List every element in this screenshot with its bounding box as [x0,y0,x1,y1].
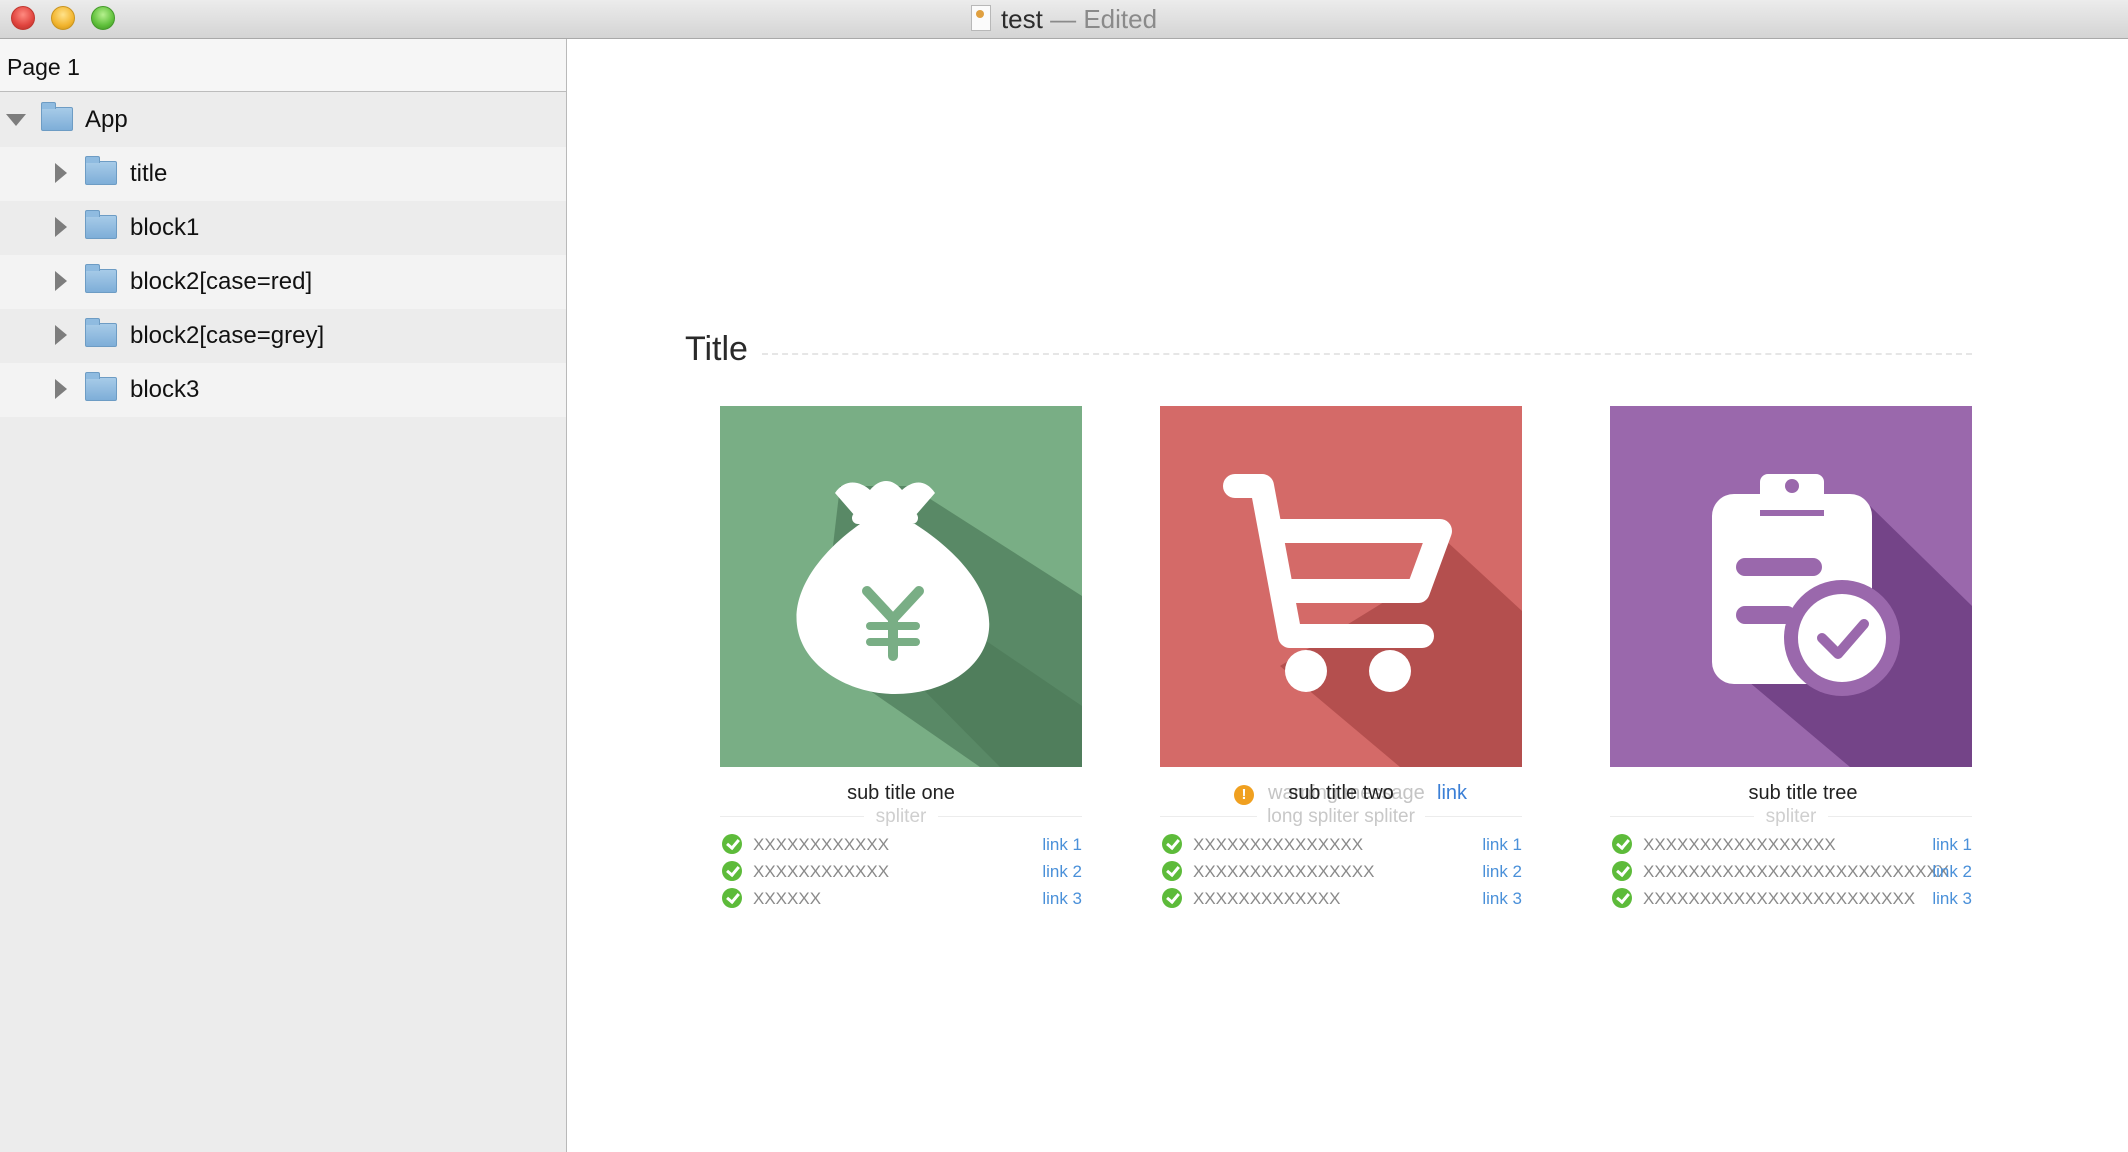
check-icon [1612,834,1632,854]
list-item-link[interactable]: link 2 [1042,858,1082,885]
tree-item-block3[interactable]: block3 [0,363,566,417]
list-item-link[interactable]: link 1 [1042,831,1082,858]
list-item: XXXXXXXXXXXXXXX link 1 [1160,831,1532,858]
list-item: XXXXXXXXXXXXXXXXX link 1 [1610,831,1982,858]
list-item: XXXXXXXXXXXX link 2 [720,858,1092,885]
list-item-link[interactable]: link 3 [1932,885,1972,912]
list-item: XXXXXXXXXXXX link 1 [720,831,1092,858]
tree-item-block1[interactable]: block1 [0,201,566,255]
window-title: test — Edited [0,4,2128,34]
list-item-text: XXXXXXXXXXXXXXXXXXXXXXXXXXX [1643,862,1950,881]
folder-icon [41,102,73,131]
folder-icon [85,372,117,401]
check-icon [1612,888,1632,908]
section-title: Title [685,330,748,368]
list-item-link[interactable]: link 1 [1932,831,1972,858]
window-edited-status: — Edited [1050,4,1158,34]
tree-item-label: title [130,160,168,187]
list-item-link[interactable]: link 2 [1932,858,1972,885]
disclosure-triangle-right-icon[interactable] [55,379,67,399]
tree-item-label: block1 [130,214,200,241]
list-item-link[interactable]: link 1 [1482,831,1522,858]
list-item-text: XXXXXX [753,889,822,908]
list-item-text: XXXXXXXXXXXXXXX [1193,835,1364,854]
check-icon [722,834,742,854]
window-title-text: test [1000,4,1043,34]
disclosure-triangle-right-icon[interactable] [55,217,67,237]
check-icon [1162,861,1182,881]
list-item: XXXXXXXXXXXXXXXXXXXXXXXX link 3 [1610,885,1982,912]
tree-item-label: block2[case=grey] [130,322,325,349]
money-bag-yen-icon [720,406,1082,767]
folder-icon [85,156,117,185]
disclosure-triangle-down-icon[interactable] [6,114,26,126]
sidebar-header: Page 1 [0,39,566,92]
list-item-text: XXXXXXXXXXXX [753,862,890,881]
spliter-text: long spliter spliter [1257,806,1425,827]
list-item-link[interactable]: link 2 [1482,858,1522,885]
tree-item-label: block2[case=red] [130,268,313,295]
list-item-link[interactable]: link 3 [1482,885,1522,912]
tree-item-label: block3 [130,376,200,403]
tree-item-label: App [85,106,128,133]
list-item-text: XXXXXXXXXXXX [753,835,890,854]
tree-item-block2-red[interactable]: block2[case=red] [0,255,566,309]
spliter-label: spliter [1610,804,1972,830]
spliter-text: spliter [1753,806,1829,827]
spliter-label: spliter [720,804,1082,830]
folder-icon [85,210,117,239]
check-icon [722,861,742,881]
disclosure-triangle-right-icon[interactable] [55,325,67,345]
check-icon [1612,861,1632,881]
list-item-text: XXXXXXXXXXXXXXXXXXXXXXXX [1643,889,1916,908]
shopping-cart-icon [1160,406,1522,767]
check-icon [722,888,742,908]
spliter-label: long spliter spliter [1160,804,1522,830]
list-item: XXXXXX link 3 [720,885,1092,912]
spliter-text: spliter [863,806,939,827]
list-item-text: XXXXXXXXXXXXX [1193,889,1341,908]
list-item-text: XXXXXXXXXXXXXXXX [1193,862,1375,881]
tree-item-title[interactable]: title [0,147,566,201]
list-item: XXXXXXXXXXXXXXXXXXXXXXXXXXX link 2 [1610,858,1982,885]
folder-icon [85,264,117,293]
disclosure-triangle-right-icon[interactable] [55,163,67,183]
list-item: XXXXXXXXXXXXXXXX link 2 [1160,858,1532,885]
preview-canvas: Title sub title one spliter XXXXXXXXXXXX [567,39,2128,1152]
window-titlebar: test — Edited [0,0,2128,39]
clipboard-check-icon [1610,406,1972,767]
tree-item-block2-grey[interactable]: block2[case=grey] [0,309,566,363]
list-item: XXXXXXXXXXXXX link 3 [1160,885,1532,912]
list-item-text: XXXXXXXXXXXXXXXXX [1643,835,1836,854]
tree-item-app[interactable]: App [0,93,566,147]
check-icon [1162,888,1182,908]
sidebar: Page 1 App title block1 block2[case=red]… [0,39,567,1152]
title-divider [762,353,1972,355]
document-icon [970,5,991,31]
disclosure-triangle-right-icon[interactable] [55,271,67,291]
list-item-link[interactable]: link 3 [1042,885,1082,912]
check-icon [1162,834,1182,854]
folder-icon [85,318,117,347]
